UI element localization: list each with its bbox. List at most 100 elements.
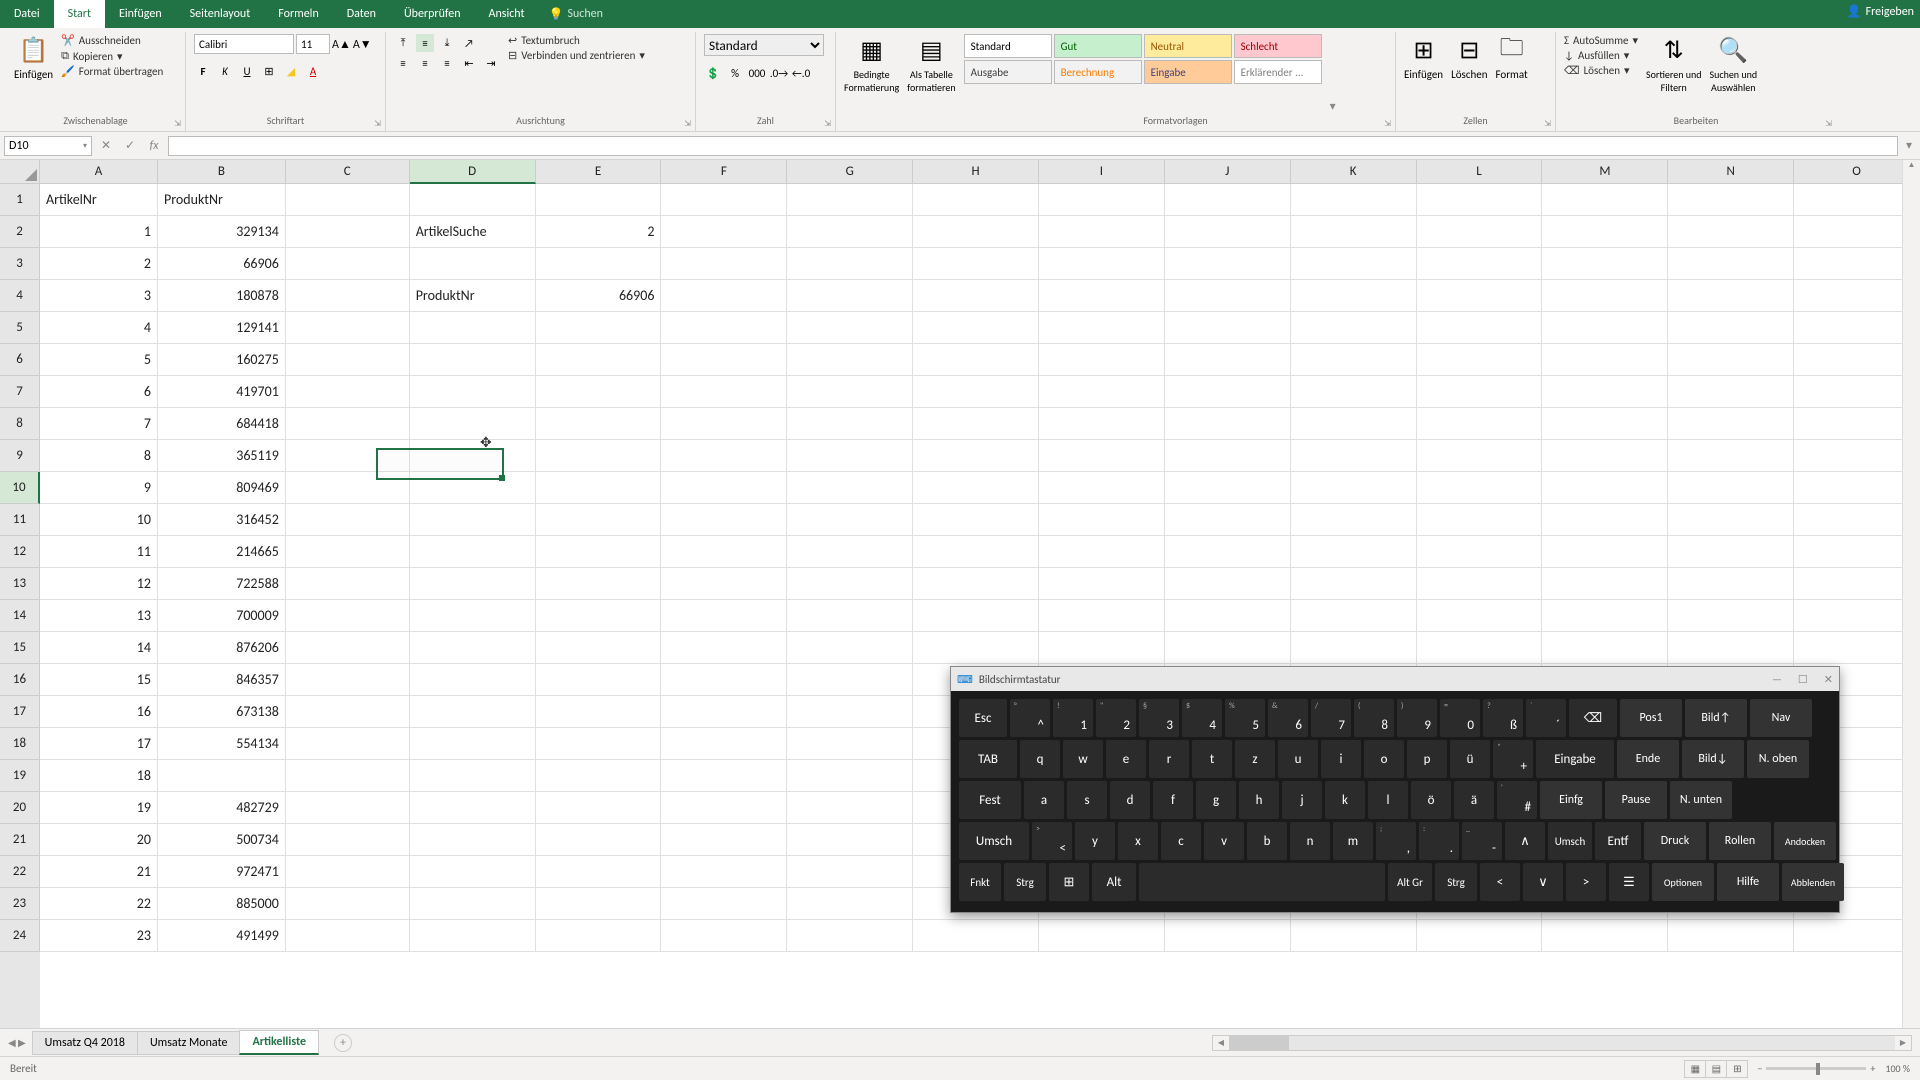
cell-B23[interactable]: 885000	[158, 888, 286, 920]
cell-D11[interactable]	[410, 504, 536, 536]
osk-key-[interactable]: ?ß	[1483, 699, 1523, 737]
cell-L4[interactable]	[1417, 280, 1543, 312]
cell-I12[interactable]	[1039, 536, 1165, 568]
cell-M1[interactable]	[1542, 184, 1668, 216]
cell-J24[interactable]	[1165, 920, 1291, 952]
osk-key-1[interactable]: !1	[1053, 699, 1093, 737]
cell-K4[interactable]	[1291, 280, 1417, 312]
cell-G4[interactable]	[787, 280, 913, 312]
cell-M3[interactable]	[1542, 248, 1668, 280]
osk-key-h[interactable]: h	[1239, 781, 1279, 819]
cell-I24[interactable]	[1039, 920, 1165, 952]
cell-E3[interactable]	[536, 248, 662, 280]
osk-key-[interactable]: ä	[1454, 781, 1494, 819]
column-header-G[interactable]: G	[787, 160, 913, 184]
cell-B6[interactable]: 160275	[158, 344, 286, 376]
cell-J8[interactable]	[1165, 408, 1291, 440]
align-top-button[interactable]: ⤒	[394, 34, 412, 52]
cell-A24[interactable]: 23	[40, 920, 158, 952]
cell-F16[interactable]	[661, 664, 787, 696]
cell-B19[interactable]	[158, 760, 286, 792]
cell-I1[interactable]	[1039, 184, 1165, 216]
cell-A16[interactable]: 15	[40, 664, 158, 696]
cell-C3[interactable]	[286, 248, 410, 280]
cell-D6[interactable]	[410, 344, 536, 376]
format-as-table-button[interactable]: ▤ Als Tabelle formatieren	[907, 34, 955, 94]
osk-maximize-button[interactable]: ☐	[1798, 673, 1808, 686]
indent-increase-button[interactable]: ⇥	[482, 54, 500, 72]
cell-I6[interactable]	[1039, 344, 1165, 376]
row-header-17[interactable]: 17	[0, 696, 40, 728]
osk-key-[interactable]: *+	[1493, 740, 1533, 778]
cell-C6[interactable]	[286, 344, 410, 376]
cell-F19[interactable]	[661, 760, 787, 792]
cell-C16[interactable]	[286, 664, 410, 696]
osk-key-f[interactable]: f	[1153, 781, 1193, 819]
cell-E7[interactable]	[536, 376, 662, 408]
paste-button[interactable]: 📋 Einfügen	[14, 34, 53, 81]
cell-K9[interactable]	[1291, 440, 1417, 472]
column-header-D[interactable]: D	[410, 160, 536, 184]
cell-J13[interactable]	[1165, 568, 1291, 600]
cell-D24[interactable]	[410, 920, 536, 952]
cell-N3[interactable]	[1668, 248, 1794, 280]
cell-C15[interactable]	[286, 632, 410, 664]
osk-close-button[interactable]: ✕	[1824, 673, 1833, 686]
cell-A11[interactable]: 10	[40, 504, 158, 536]
osk-key-einfg[interactable]: Einfg	[1540, 781, 1602, 819]
cell-J15[interactable]	[1165, 632, 1291, 664]
cell-A5[interactable]: 4	[40, 312, 158, 344]
row-header-21[interactable]: 21	[0, 824, 40, 856]
cell-K5[interactable]	[1291, 312, 1417, 344]
cell-A1[interactable]: ArtikelNr	[40, 184, 158, 216]
cell-E10[interactable]	[536, 472, 662, 504]
ribbon-tab-start[interactable]: Start	[54, 0, 105, 28]
align-left-button[interactable]: ≡	[394, 54, 412, 72]
column-header-N[interactable]: N	[1668, 160, 1794, 184]
cell-J6[interactable]	[1165, 344, 1291, 376]
cell-N15[interactable]	[1668, 632, 1794, 664]
cell-I5[interactable]	[1039, 312, 1165, 344]
cell-G19[interactable]	[787, 760, 913, 792]
format-cells-button[interactable]: 🗀Format	[1496, 34, 1528, 81]
column-header-J[interactable]: J	[1165, 160, 1291, 184]
cell-G17[interactable]	[787, 696, 913, 728]
cell-K11[interactable]	[1291, 504, 1417, 536]
cell-style-schlecht[interactable]: Schlecht	[1234, 34, 1322, 58]
cell-K3[interactable]	[1291, 248, 1417, 280]
osk-key-p[interactable]: p	[1407, 740, 1447, 778]
italic-button[interactable]: K	[216, 62, 234, 80]
cell-A22[interactable]: 21	[40, 856, 158, 888]
cell-E2[interactable]: 2	[536, 216, 662, 248]
cell-A18[interactable]: 17	[40, 728, 158, 760]
cell-E21[interactable]	[536, 824, 662, 856]
cell-A6[interactable]: 5	[40, 344, 158, 376]
osk-key-a[interactable]: a	[1024, 781, 1064, 819]
row-header-23[interactable]: 23	[0, 888, 40, 920]
osk-key-o[interactable]: o	[1364, 740, 1404, 778]
cell-G1[interactable]	[787, 184, 913, 216]
column-header-A[interactable]: A	[40, 160, 158, 184]
cell-M8[interactable]	[1542, 408, 1668, 440]
osk-key-6[interactable]: &6	[1268, 699, 1308, 737]
sheet-nav-buttons[interactable]: ◀ ▶	[8, 1036, 26, 1049]
number-format-select[interactable]: Standard	[704, 34, 824, 56]
cell-E1[interactable]	[536, 184, 662, 216]
cell-C5[interactable]	[286, 312, 410, 344]
cell-K6[interactable]	[1291, 344, 1417, 376]
cell-A23[interactable]: 22	[40, 888, 158, 920]
cell-H12[interactable]	[913, 536, 1039, 568]
cell-F2[interactable]	[661, 216, 787, 248]
cell-J7[interactable]	[1165, 376, 1291, 408]
cell-E18[interactable]	[536, 728, 662, 760]
osk-key-[interactable]: '#	[1497, 781, 1537, 819]
cell-I3[interactable]	[1039, 248, 1165, 280]
osk-key-eingabe[interactable]: Eingabe	[1536, 740, 1614, 778]
cell-G14[interactable]	[787, 600, 913, 632]
ribbon-tab-überprüfen[interactable]: Überprüfen	[390, 0, 475, 28]
row-header-15[interactable]: 15	[0, 632, 40, 664]
cell-B20[interactable]: 482729	[158, 792, 286, 824]
cell-J10[interactable]	[1165, 472, 1291, 504]
increase-decimal-button[interactable]: .0→	[770, 64, 788, 82]
osk-key-r[interactable]: r	[1149, 740, 1189, 778]
